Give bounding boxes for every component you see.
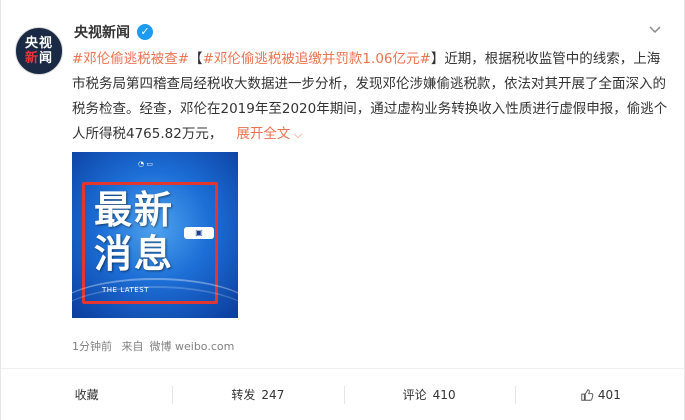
expand-full-text-link[interactable]: 展开全文 ⌵: [236, 126, 302, 142]
repost-label: 转发: [231, 388, 256, 402]
bracket-open: 【: [189, 51, 203, 67]
verified-icon: ✓: [137, 24, 153, 40]
chevron-down-icon[interactable]: [648, 22, 662, 36]
avatar-text-line2: 新闻: [25, 51, 53, 66]
like-count: 401: [597, 387, 621, 402]
avatar[interactable]: 央视 新闻: [15, 27, 63, 75]
author-name[interactable]: 央视新闻: [74, 22, 130, 42]
repost-button[interactable]: 转发 247: [172, 369, 343, 420]
avatar-text-line1: 央视: [24, 36, 53, 51]
image-headline-line1: 最新: [94, 188, 175, 232]
post-image[interactable]: ◔ ▭ 最新 消息 ▣ THE LATEST: [72, 152, 238, 318]
author-header: 央视新闻 ✓: [74, 22, 153, 42]
image-headline-line2: 消息: [94, 232, 175, 276]
weibo-post-card: 央视 新闻 央视新闻 ✓ #邓伦偷逃税被查#【#邓伦偷逃税被追缴并罚款1.06亿…: [0, 0, 685, 420]
comment-button[interactable]: 评论 410: [343, 369, 515, 420]
favorite-label: 收藏: [74, 388, 99, 402]
post-time[interactable]: 1分钟前: [72, 340, 112, 353]
avatar-text-line2a: 新: [24, 51, 39, 66]
avatar-text-line2b: 闻: [39, 51, 54, 66]
action-bar: 收藏 转发 247 评论 410 401: [1, 368, 685, 420]
post-meta: 1分钟前 来自 微博 weibo.com: [72, 338, 240, 354]
hashtag-link-2[interactable]: #邓伦偷逃税被追缴并罚款1.06亿元#: [203, 51, 431, 67]
like-button[interactable]: 401: [514, 369, 685, 420]
cctv-badge-icon: ▣: [184, 227, 214, 239]
cctv-logo-icon: ◔ ▭: [138, 160, 153, 168]
comment-label: 评论: [402, 388, 427, 402]
comment-count: 410: [432, 387, 456, 402]
thumbs-up-icon: [581, 388, 594, 401]
favorite-button[interactable]: 收藏: [1, 369, 172, 420]
post-source[interactable]: 微博 weibo.com: [150, 340, 235, 353]
hashtag-link-1[interactable]: #邓伦偷逃税被查#: [72, 51, 189, 67]
post-text: #邓伦偷逃税被查#【#邓伦偷逃税被追缴并罚款1.06亿元#】近期，根据税收监管中…: [72, 47, 672, 147]
image-headline: 最新 消息: [94, 188, 174, 276]
source-prefix: 来自: [121, 340, 144, 353]
expand-label: 展开全文: [236, 126, 291, 142]
repost-count: 247: [261, 387, 285, 402]
expand-chevron-icon: ⌵: [290, 128, 303, 141]
bracket-close: 】: [430, 51, 445, 67]
